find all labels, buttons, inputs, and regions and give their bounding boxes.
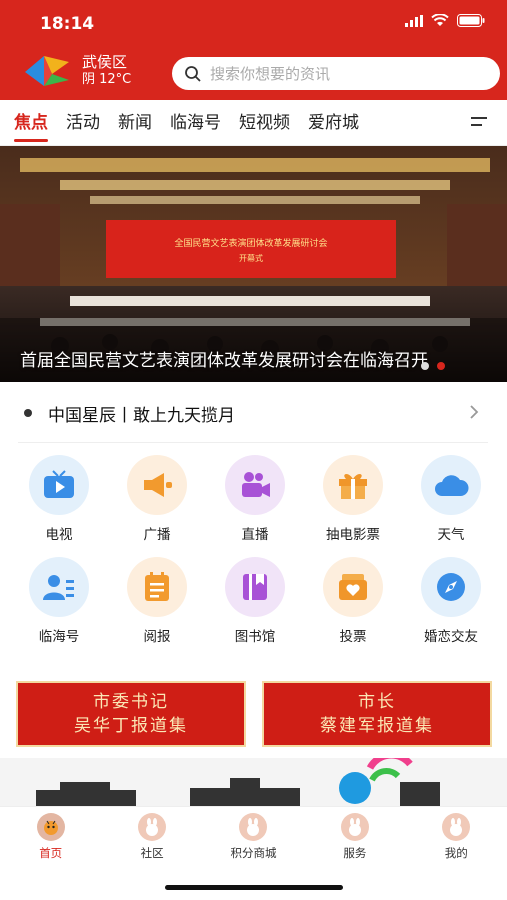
carousel-dot[interactable] (421, 362, 429, 370)
location-district: 武侯区 (82, 53, 128, 71)
location-weather: 阴 12°C (82, 72, 132, 87)
search-icon (185, 65, 201, 82)
menu-icon[interactable] (471, 115, 489, 129)
nav-label: 服务 (343, 846, 367, 860)
slide-title: 全国民营文艺表演团体改革发展研讨会 (174, 237, 327, 249)
service-label: 广播 (143, 527, 171, 543)
mine-rabbit-icon (442, 813, 471, 841)
app-header: 18:14 武侯区 阴 12°C (0, 0, 507, 100)
service-label: 抽电影票 (326, 527, 380, 543)
tab-focus[interactable]: 焦点 (14, 100, 48, 146)
cloud-icon (421, 455, 481, 515)
search-input[interactable] (210, 64, 470, 83)
service-linhai-account[interactable]: 临海号 (10, 557, 108, 659)
party-secretary-report-card[interactable]: 市委书记 吴华丁报道集 (16, 681, 246, 747)
service-grid: 电视 广播 直播 抽电影票 天气 临海号 阅报 图书馆 投票 婚恋交友 (10, 455, 500, 659)
search-bar[interactable] (172, 57, 500, 90)
service-label: 电视 (45, 527, 73, 543)
bullet-icon (24, 409, 32, 417)
service-broadcast[interactable]: 广播 (108, 455, 206, 557)
chevron-right-icon (470, 405, 479, 419)
wifi-icon (431, 14, 449, 26)
user-list-icon (29, 557, 89, 617)
card-line2: 吴华丁报道集 (74, 716, 188, 736)
headline-ticker[interactable]: 中国星辰丨敢上九天揽月 (0, 392, 507, 436)
banner-image: 全国民营文艺表演团体改革发展研讨会 开幕式 (0, 146, 507, 382)
tab-linhai-account[interactable]: 临海号 (170, 100, 221, 146)
service-label: 阅报 (143, 629, 171, 645)
home-tiger-icon (36, 813, 65, 841)
carousel-dots (421, 362, 445, 370)
nav-community[interactable]: 社区 (107, 807, 197, 864)
home-indicator[interactable] (165, 885, 343, 890)
card-line2: 蔡建军报道集 (320, 716, 434, 736)
signal-icon (405, 14, 423, 27)
compass-icon (421, 557, 481, 617)
nav-points-mall[interactable]: 积分商城 (208, 807, 298, 864)
heart-box-icon (323, 557, 383, 617)
card-line1: 市委书记 (93, 692, 169, 712)
channel-tabs: 焦点 活动 新闻 临海号 短视频 爱府城 (0, 100, 507, 146)
banner-caption: 首届全国民营文艺表演团体改革发展研讨会在临海召开 (20, 351, 428, 371)
service-tv[interactable]: 电视 (10, 455, 108, 557)
service-label: 临海号 (38, 629, 80, 645)
service-label: 天气 (437, 527, 465, 543)
service-movie-ticket[interactable]: 抽电影票 (304, 455, 402, 557)
news-banner[interactable]: 全国民营文艺表演团体改革发展研讨会 开幕式 首届全国民营文艺表演团体改革发展研讨… (0, 146, 507, 382)
tv-icon (29, 455, 89, 515)
tab-news[interactable]: 新闻 (118, 100, 152, 146)
service-weather[interactable]: 天气 (402, 455, 500, 557)
service-live[interactable]: 直播 (206, 455, 304, 557)
tab-activity[interactable]: 活动 (66, 100, 100, 146)
tab-aifucheng[interactable]: 爱府城 (308, 100, 359, 146)
nav-label: 首页 (39, 846, 63, 860)
service-label: 直播 (241, 527, 269, 543)
status-icons (405, 14, 485, 27)
nav-label: 社区 (140, 846, 164, 860)
promo-artwork (36, 758, 440, 810)
nav-label: 积分商城 (230, 846, 277, 860)
mayor-report-card[interactable]: 市长 蔡建军报道集 (262, 681, 492, 747)
nav-service[interactable]: 服务 (310, 807, 400, 864)
tab-short-video[interactable]: 短视频 (239, 100, 290, 146)
broadcast-icon (127, 455, 187, 515)
card-line1: 市长 (358, 692, 396, 712)
location-widget[interactable]: 武侯区 阴 12°C (22, 52, 131, 90)
promo-banner[interactable] (0, 758, 507, 810)
book-icon (225, 557, 285, 617)
bottom-nav: 首页 社区 积分商城 服务 我的 (0, 806, 507, 864)
status-time: 18:14 (40, 14, 95, 34)
service-library[interactable]: 图书馆 (206, 557, 304, 659)
status-bar: 18:14 (0, 0, 507, 42)
video-camera-icon (225, 455, 285, 515)
service-newspaper[interactable]: 阅报 (108, 557, 206, 659)
service-rabbit-icon (340, 813, 369, 841)
app-logo-icon (25, 56, 69, 86)
report-cards: 市委书记 吴华丁报道集 市长 蔡建军报道集 (16, 681, 492, 747)
service-dating[interactable]: 婚恋交友 (402, 557, 500, 659)
mall-rabbit-icon (239, 813, 268, 841)
divider (18, 442, 488, 443)
nav-home[interactable]: 首页 (6, 807, 96, 864)
newspaper-icon (127, 557, 187, 617)
service-label: 图书馆 (234, 629, 276, 645)
nav-label: 我的 (444, 846, 468, 860)
gift-icon (323, 455, 383, 515)
service-label: 投票 (339, 629, 367, 645)
service-label: 婚恋交友 (424, 629, 478, 645)
headline-text: 中国星辰丨敢上九天揽月 (48, 406, 235, 426)
community-rabbit-icon (138, 813, 167, 841)
nav-mine[interactable]: 我的 (411, 807, 501, 864)
slide-subtitle: 开幕式 (239, 253, 263, 263)
carousel-dot-active[interactable] (437, 362, 445, 370)
service-vote[interactable]: 投票 (304, 557, 402, 659)
battery-icon (457, 14, 485, 27)
